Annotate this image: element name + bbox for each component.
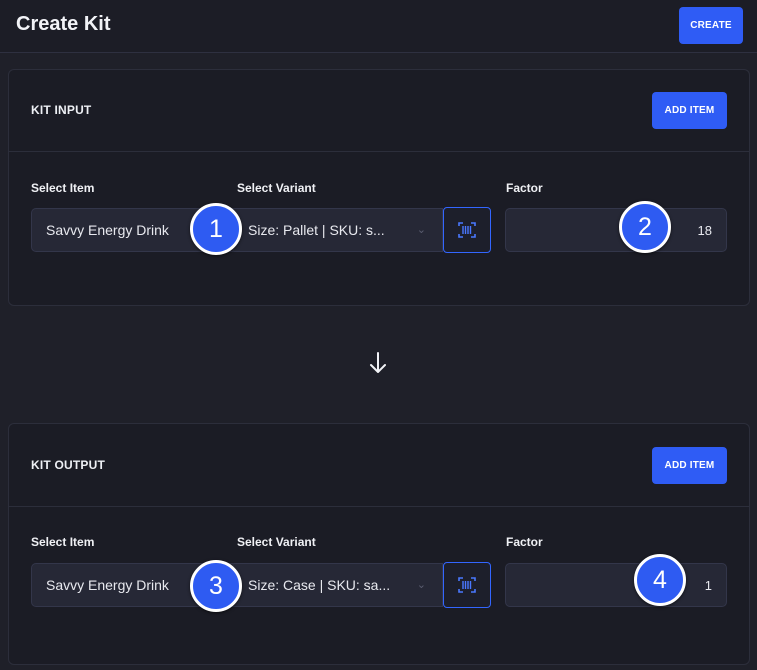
factor-label: Factor	[506, 535, 543, 549]
chevron-down-icon: ⌄	[416, 224, 426, 236]
annotation-badge-2: 2	[619, 201, 671, 253]
factor-value: 1	[704, 577, 712, 593]
select-variant-dropdown[interactable]: Size: Pallet | SKU: s... ⌄	[233, 208, 443, 252]
factor-value: 18	[697, 222, 712, 238]
header-bar: Create Kit CREATE	[0, 0, 757, 53]
select-item-label: Select Item	[31, 535, 95, 549]
select-item-label: Select Item	[31, 181, 95, 195]
factor-input[interactable]: 1	[505, 563, 727, 607]
annotation-badge-4: 4	[634, 554, 686, 606]
select-item-value: Savvy Energy Drink	[46, 222, 169, 238]
barcode-scan-icon	[458, 577, 476, 593]
card-divider	[9, 151, 749, 152]
select-variant-value: Size: Pallet | SKU: s...	[248, 222, 385, 238]
factor-label: Factor	[506, 181, 543, 195]
kit-input-card: KIT INPUT ADD ITEM Select Item Select Va…	[8, 69, 750, 306]
annotation-badge-3: 3	[190, 560, 242, 612]
kit-input-title: KIT INPUT	[31, 103, 92, 117]
chevron-down-icon: ⌄	[416, 579, 426, 591]
barcode-scan-icon	[458, 222, 476, 238]
select-variant-value: Size: Case | SKU: sa...	[248, 577, 391, 593]
barcode-scan-button[interactable]	[443, 562, 491, 608]
kit-output-add-item-button[interactable]: ADD ITEM	[652, 447, 727, 484]
select-variant-label: Select Variant	[237, 535, 316, 549]
kit-input-add-item-button[interactable]: ADD ITEM	[652, 92, 727, 129]
select-item-value: Savvy Energy Drink	[46, 577, 169, 593]
page-title: Create Kit	[16, 13, 111, 35]
select-variant-label: Select Variant	[237, 181, 316, 195]
arrow-down-icon	[370, 352, 386, 373]
kit-output-title: KIT OUTPUT	[31, 458, 105, 472]
factor-input[interactable]: 18	[505, 208, 727, 252]
barcode-scan-button[interactable]	[443, 207, 491, 253]
create-button[interactable]: CREATE	[679, 7, 743, 44]
annotation-badge-1: 1	[190, 203, 242, 255]
card-divider	[9, 506, 749, 507]
select-variant-dropdown[interactable]: Size: Case | SKU: sa... ⌄	[233, 563, 443, 607]
create-kit-page: Create Kit CREATE KIT INPUT ADD ITEM Sel…	[0, 0, 757, 670]
kit-output-card: KIT OUTPUT ADD ITEM Select Item Select V…	[8, 423, 750, 665]
